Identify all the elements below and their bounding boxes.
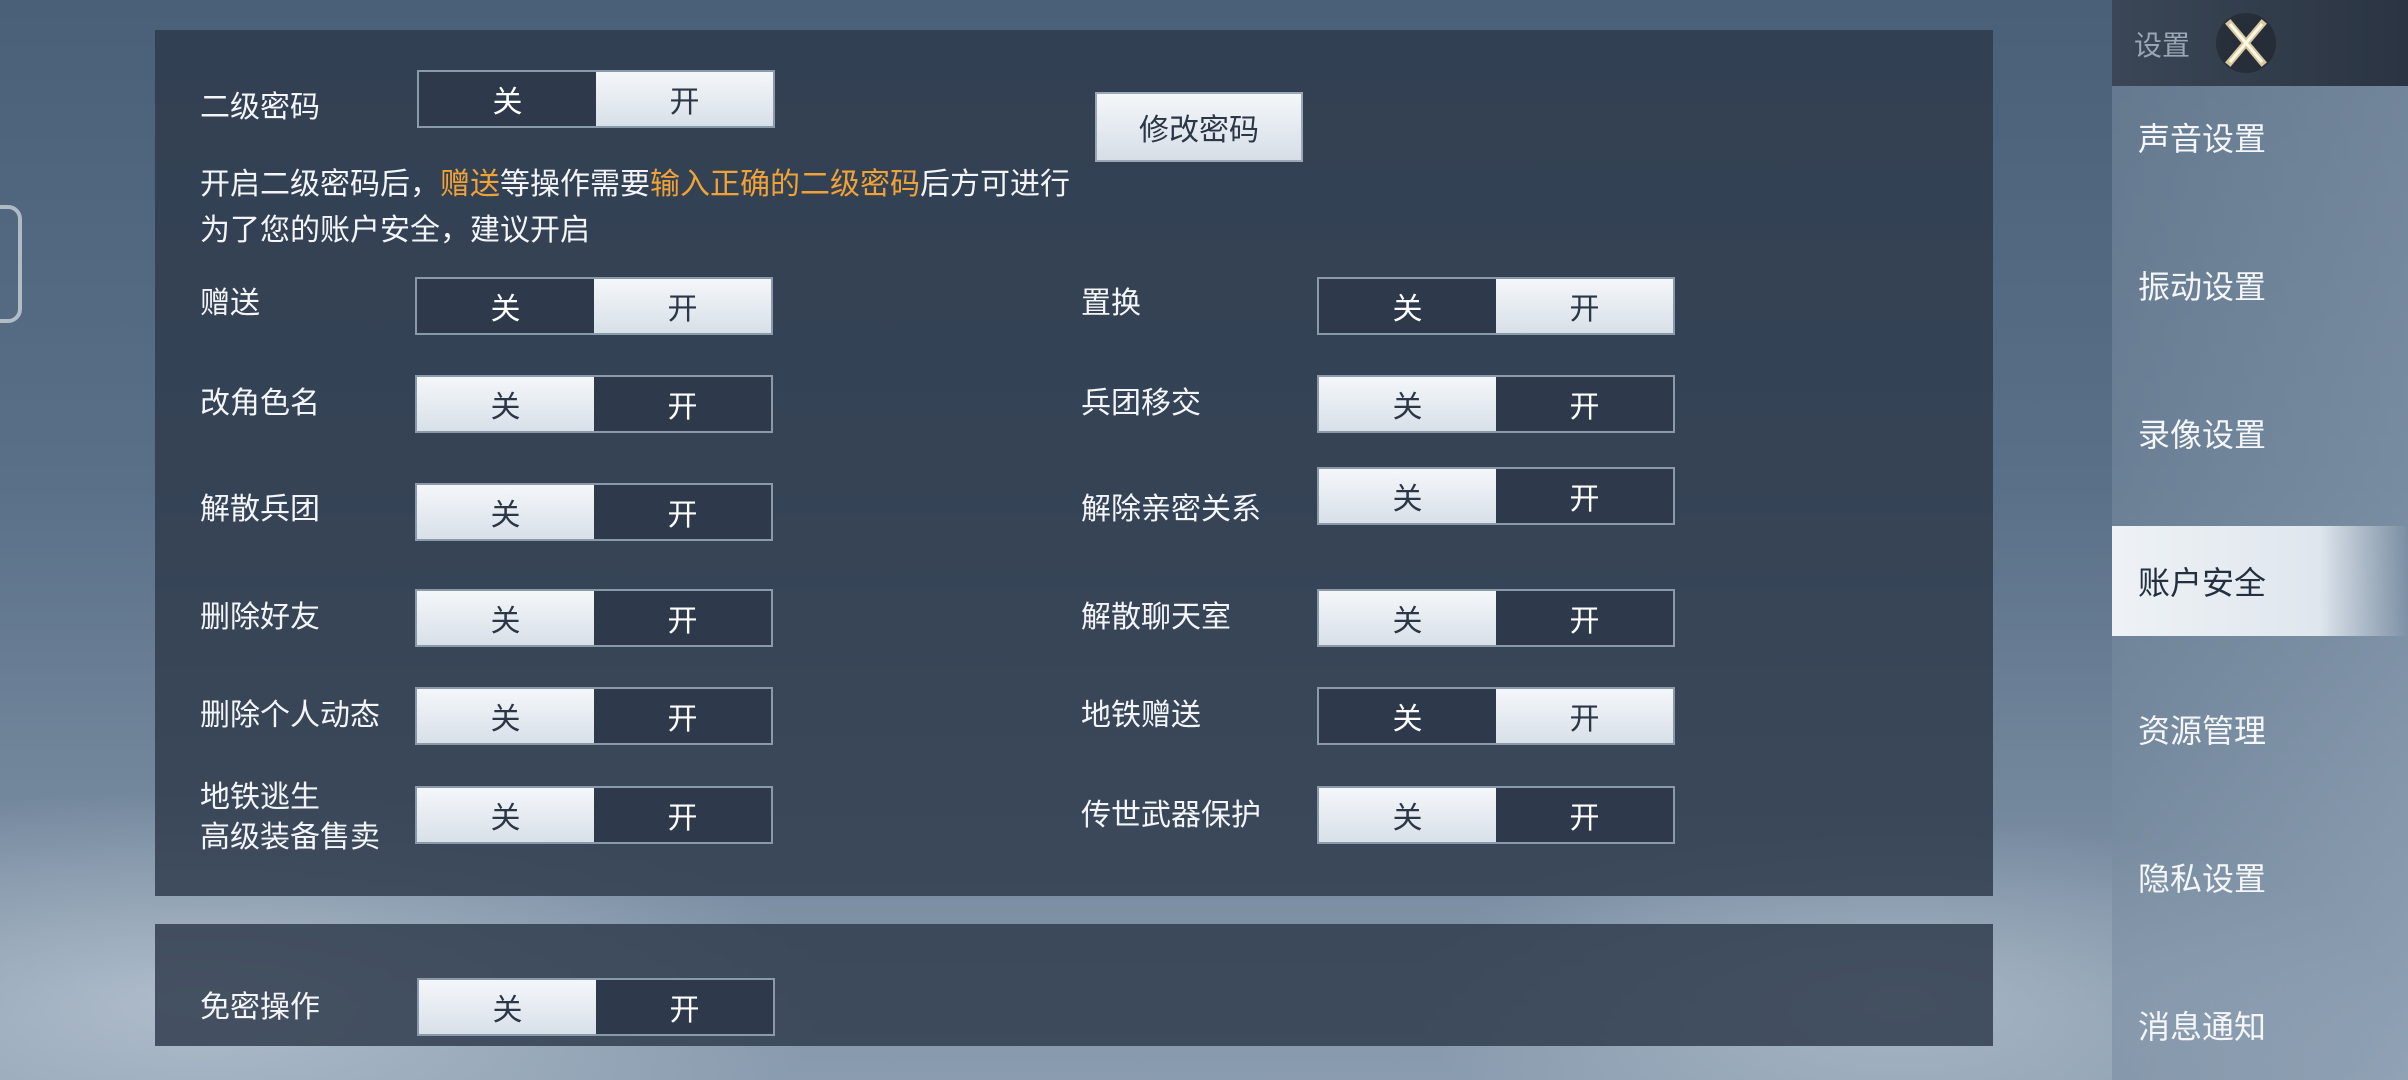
sidebar-header: 设置 bbox=[2112, 0, 2408, 86]
toggle-on-option[interactable]: 开 bbox=[1496, 689, 1673, 743]
toggle-disband-chatroom[interactable]: 关 开 bbox=[1317, 589, 1675, 647]
notice-text: 后方可进行 bbox=[920, 167, 1070, 202]
toggle-off-option[interactable]: 关 bbox=[1319, 377, 1496, 431]
free-password-panel: 免密操作 关 开 bbox=[155, 924, 1993, 1046]
notice-highlight-password: 输入正确的二级密码 bbox=[650, 167, 920, 202]
settings-sidebar: 设置 声音设置 振动设置 录像设置 账户安全 资源管理 隐私设置 消息通知 bbox=[2112, 0, 2408, 1080]
toggle-on-option[interactable]: 开 bbox=[1496, 279, 1673, 333]
notice-highlight-gift: 赠送 bbox=[440, 167, 500, 202]
toggle-off-option[interactable]: 关 bbox=[1319, 591, 1496, 645]
toggle-on-option[interactable]: 开 bbox=[596, 980, 773, 1034]
toggle-on-option[interactable]: 开 bbox=[1496, 377, 1673, 431]
toggle-off-option[interactable]: 关 bbox=[419, 980, 596, 1034]
toggle-rename[interactable]: 关 开 bbox=[415, 375, 773, 433]
sidebar-item-vibration[interactable]: 振动设置 bbox=[2112, 230, 2408, 340]
toggle-disband-legion[interactable]: 关 开 bbox=[415, 483, 773, 541]
sidebar-item-privacy[interactable]: 隐私设置 bbox=[2112, 822, 2408, 932]
toggle-off-option[interactable]: 关 bbox=[417, 591, 594, 645]
toggle-off-option[interactable]: 关 bbox=[417, 377, 594, 431]
toggle-off-option[interactable]: 关 bbox=[417, 279, 594, 333]
toggle-on-option[interactable]: 开 bbox=[1496, 469, 1673, 523]
toggle-on-option[interactable]: 开 bbox=[594, 788, 771, 842]
label-line: 地铁逃生 bbox=[200, 780, 320, 815]
setting-label-gift: 赠送 bbox=[200, 286, 260, 321]
toggle-exchange[interactable]: 关 开 bbox=[1317, 277, 1675, 335]
close-icon[interactable] bbox=[2210, 8, 2282, 78]
toggle-on-option[interactable]: 开 bbox=[594, 689, 771, 743]
secondary-password-toggle[interactable]: 关 开 bbox=[417, 70, 775, 128]
sidebar-item-account-security[interactable]: 账户安全 bbox=[2112, 526, 2408, 636]
setting-label-metro-sell: 地铁逃生 高级装备售卖 bbox=[200, 778, 380, 858]
toggle-off-option[interactable]: 关 bbox=[1319, 689, 1496, 743]
toggle-on-option[interactable]: 开 bbox=[1496, 788, 1673, 842]
sidebar-item-sound[interactable]: 声音设置 bbox=[2112, 82, 2408, 192]
free-password-label: 免密操作 bbox=[200, 990, 320, 1025]
secondary-password-label: 二级密码 bbox=[200, 90, 320, 125]
toggle-off-option[interactable]: 关 bbox=[417, 485, 594, 539]
label-line: 高级装备售卖 bbox=[200, 820, 380, 855]
sidebar-item-resources[interactable]: 资源管理 bbox=[2112, 674, 2408, 784]
toggle-off-option[interactable]: 关 bbox=[1319, 279, 1496, 333]
toggle-on-option[interactable]: 开 bbox=[594, 485, 771, 539]
sidebar-item-recording[interactable]: 录像设置 bbox=[2112, 378, 2408, 488]
toggle-free-password[interactable]: 关 开 bbox=[417, 978, 775, 1036]
setting-label-delete-moment: 删除个人动态 bbox=[200, 698, 380, 733]
toggle-off-option[interactable]: 关 bbox=[1319, 469, 1496, 523]
setting-label-rename: 改角色名 bbox=[200, 386, 320, 421]
setting-label-disband-chatroom: 解散聊天室 bbox=[1081, 600, 1231, 635]
setting-label-remove-intimacy: 解除亲密关系 bbox=[1081, 492, 1261, 527]
password-notice: 开启二级密码后，赠送等操作需要输入正确的二级密码后方可进行 为了您的账户安全，建… bbox=[200, 162, 1070, 254]
toggle-off-option[interactable]: 关 bbox=[417, 689, 594, 743]
setting-label-exchange: 置换 bbox=[1081, 286, 1141, 321]
toggle-gift[interactable]: 关 开 bbox=[415, 277, 773, 335]
toggle-off-option[interactable]: 关 bbox=[419, 72, 596, 126]
toggle-off-option[interactable]: 关 bbox=[1319, 788, 1496, 842]
toggle-weapon-protect[interactable]: 关 开 bbox=[1317, 786, 1675, 844]
toggle-legion-transfer[interactable]: 关 开 bbox=[1317, 375, 1675, 433]
toggle-metro-sell[interactable]: 关 开 bbox=[415, 786, 773, 844]
notice-text: 等操作需要 bbox=[500, 167, 650, 202]
toggle-delete-friend[interactable]: 关 开 bbox=[415, 589, 773, 647]
toggle-on-option[interactable]: 开 bbox=[594, 377, 771, 431]
toggle-on-option[interactable]: 开 bbox=[596, 72, 773, 126]
setting-label-weapon-protect: 传世武器保护 bbox=[1081, 798, 1261, 833]
account-security-panel: 二级密码 关 开 修改密码 开启二级密码后，赠送等操作需要输入正确的二级密码后方… bbox=[155, 30, 1993, 896]
setting-label-disband-legion: 解散兵团 bbox=[200, 492, 320, 527]
toggle-on-option[interactable]: 开 bbox=[594, 279, 771, 333]
toggle-delete-moment[interactable]: 关 开 bbox=[415, 687, 773, 745]
notice-recommendation: 为了您的账户安全，建议开启 bbox=[200, 213, 590, 248]
setting-label-metro-gift: 地铁赠送 bbox=[1081, 698, 1201, 733]
side-edge-decoration bbox=[0, 205, 22, 323]
toggle-metro-gift[interactable]: 关 开 bbox=[1317, 687, 1675, 745]
sidebar-item-notifications[interactable]: 消息通知 bbox=[2112, 970, 2408, 1080]
toggle-remove-intimacy[interactable]: 关 开 bbox=[1317, 467, 1675, 525]
notice-text: 开启二级密码后， bbox=[200, 167, 440, 202]
setting-label-legion-transfer: 兵团移交 bbox=[1081, 386, 1201, 421]
sidebar-title: 设置 bbox=[2134, 29, 2191, 62]
toggle-on-option[interactable]: 开 bbox=[594, 591, 771, 645]
toggle-off-option[interactable]: 关 bbox=[417, 788, 594, 842]
toggle-on-option[interactable]: 开 bbox=[1496, 591, 1673, 645]
change-password-button[interactable]: 修改密码 bbox=[1095, 92, 1303, 162]
setting-label-delete-friend: 删除好友 bbox=[200, 600, 320, 635]
